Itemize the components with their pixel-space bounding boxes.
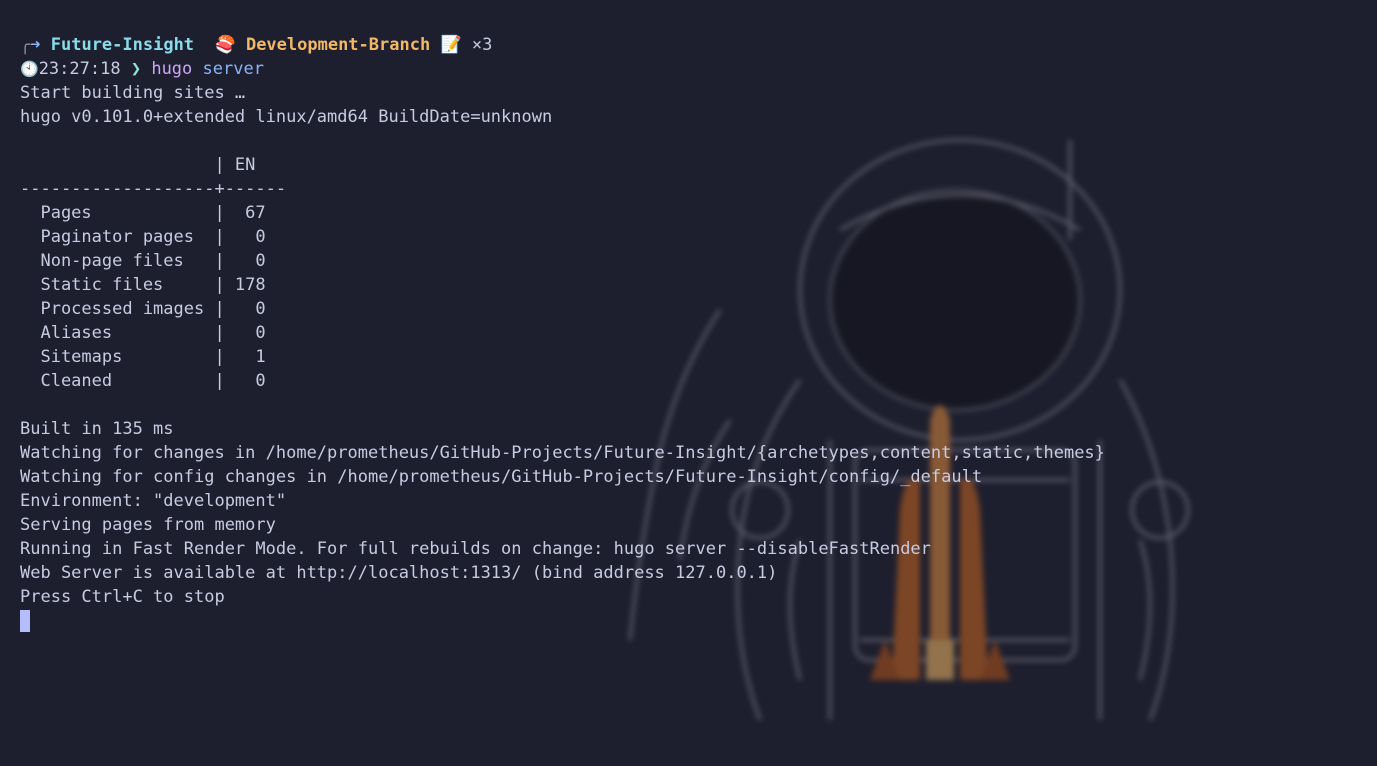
output-line: Serving pages from memory	[20, 515, 276, 535]
stats-table-row: Pages | 67	[20, 203, 266, 223]
git-branch: Development-Branch	[245, 35, 431, 55]
output-line: Press Ctrl+C to stop	[20, 587, 225, 607]
output-line: Environment: "development"	[20, 491, 287, 511]
branch-icon: 🍣	[214, 35, 236, 55]
stats-table-row: Static files | 178	[20, 275, 266, 295]
prompt-time: 23:27:18	[38, 59, 121, 79]
modified-count: ×3	[471, 35, 493, 55]
repo-name: Future-Insight	[50, 35, 195, 55]
terminal-window[interactable]: ╭➜ Future-Insight 🍣 Development-Branch 📝…	[0, 0, 1377, 766]
output-line: Watching for changes in /home/prometheus…	[20, 443, 1105, 463]
stats-table-row: Processed images | 0	[20, 299, 266, 319]
server-url-line: Web Server is available at http://localh…	[20, 563, 778, 583]
terminal-output: ╭➜ Future-Insight 🍣 Development-Branch 📝…	[20, 33, 1105, 633]
prompt-corner: ╭	[20, 35, 31, 55]
stats-table-header: | EN	[20, 155, 256, 175]
memo-icon: 📝	[440, 35, 462, 55]
stats-table-row: Non-page files | 0	[20, 251, 266, 271]
output-line: hugo v0.101.0+extended linux/amd64 Build…	[20, 107, 553, 127]
prompt-header-line: ╭➜ Future-Insight 🍣 Development-Branch 📝…	[20, 33, 1105, 57]
output-line: Watching for config changes in /home/pro…	[20, 467, 983, 487]
command-argument: server	[202, 59, 264, 79]
arrow-icon: ➜	[30, 35, 41, 55]
output-line: Running in Fast Render Mode. For full re…	[20, 539, 931, 559]
input-line[interactable]	[20, 609, 1105, 633]
output-line: Start building sites …	[20, 83, 246, 103]
stats-table-row: Aliases | 0	[20, 323, 266, 343]
text-cursor[interactable]	[20, 610, 30, 632]
stats-table-row: Sitemaps | 1	[20, 347, 266, 367]
prompt-command-line: 🕙23:27:18 ❯ hugo server	[20, 57, 1105, 81]
stats-table-rule: -------------------+------	[20, 179, 287, 199]
output-line: Built in 135 ms	[20, 419, 174, 439]
clock-icon: 🕙	[20, 60, 39, 78]
command-name: hugo	[151, 59, 193, 79]
stats-table-row: Cleaned | 0	[20, 371, 266, 391]
chevron-icon: ❯	[130, 59, 142, 79]
stats-table-row: Paginator pages | 0	[20, 227, 266, 247]
